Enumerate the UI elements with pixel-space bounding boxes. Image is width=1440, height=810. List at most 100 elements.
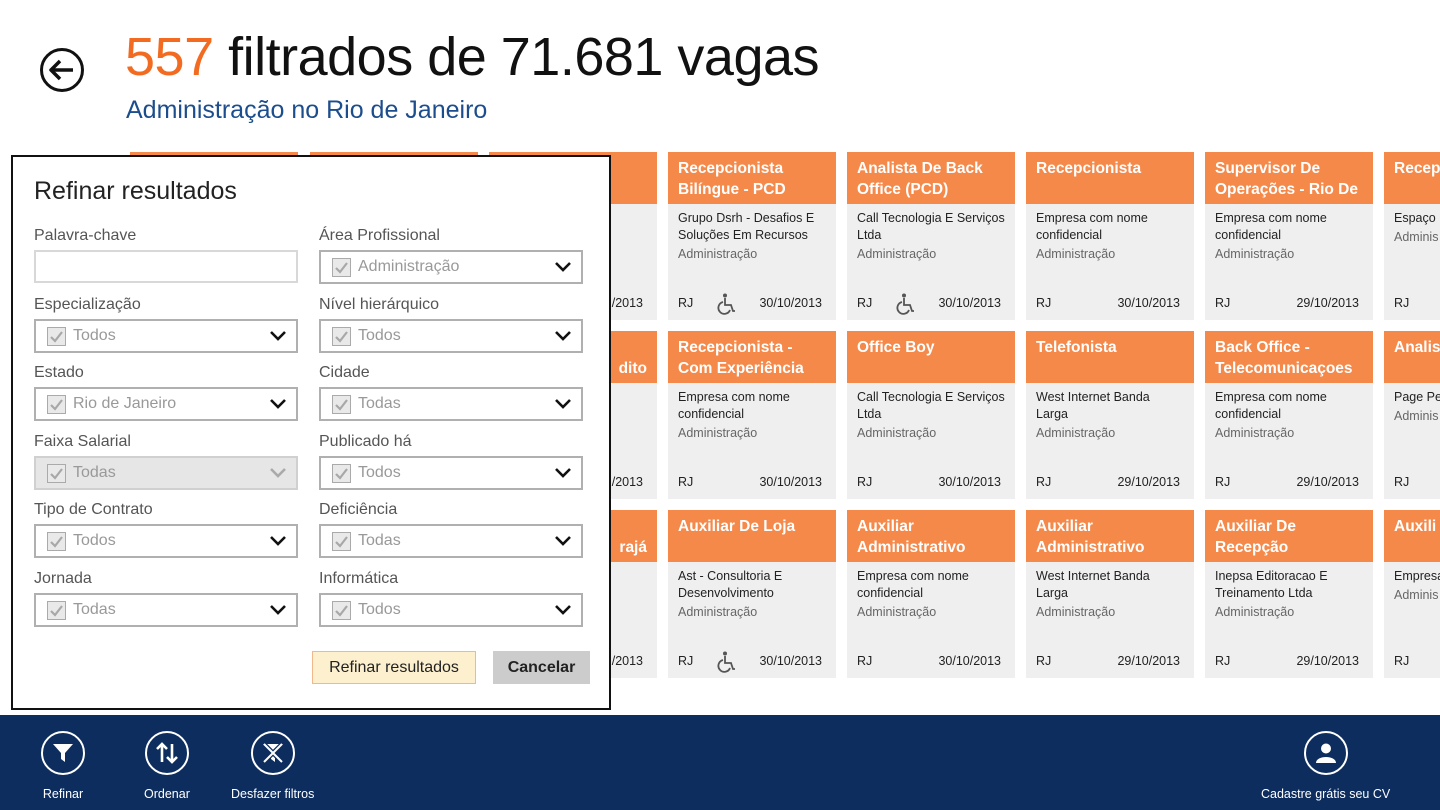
- job-card[interactable]: Auxili Admin Empresa confider Adminis RJ: [1384, 510, 1440, 678]
- wheelchair-icon: [717, 651, 735, 673]
- job-card[interactable]: Recepcionista - Com Experiência Empresa …: [668, 331, 836, 499]
- job-card[interactable]: Auxiliar De Loja Ast - Consultoria E Des…: [668, 510, 836, 678]
- job-title: Recepcionista: [1026, 152, 1194, 204]
- job-state: RJ: [857, 654, 873, 668]
- job-state: RJ: [1394, 654, 1410, 668]
- state-select[interactable]: Rio de Janeiro: [34, 387, 298, 421]
- area-select[interactable]: Administração: [319, 250, 583, 284]
- job-title: Recepcionista Bilíngue - PCD: [668, 152, 836, 204]
- job-date: 30/10/2013: [1117, 296, 1180, 310]
- job-company: Page Pe: [1394, 390, 1440, 404]
- disability-select[interactable]: Todas: [319, 524, 583, 558]
- checkbox-icon: [47, 395, 66, 414]
- job-date: 30/10/2013: [938, 475, 1001, 489]
- title-text: filtrados de 71.681 vagas: [213, 27, 820, 87]
- job-state: RJ: [1036, 296, 1052, 310]
- job-title: Recep Recrei: [1384, 152, 1440, 204]
- job-card[interactable]: Back Office - Telecomunicaçoes Empresa c…: [1205, 331, 1373, 499]
- chevron-down-icon: [555, 536, 571, 546]
- job-card[interactable]: Recepcionista Bilíngue - PCD Grupo Dsrh …: [668, 152, 836, 320]
- register-cv-button[interactable]: Cadastre grátis seu CV: [1261, 731, 1390, 801]
- salary-label: Faixa Salarial: [34, 433, 131, 450]
- refine-results-button[interactable]: Refinar resultados: [312, 651, 476, 684]
- job-card[interactable]: Analista De Back Office (PCD) Call Tecno…: [847, 152, 1015, 320]
- specialization-select[interactable]: Todos: [34, 319, 298, 353]
- job-state: RJ: [1394, 296, 1410, 310]
- chevron-down-icon: [270, 605, 286, 615]
- job-card[interactable]: Analis Proces Page Pe Adminis RJ: [1384, 331, 1440, 499]
- job-area: Adminis: [1394, 409, 1439, 423]
- contract-select[interactable]: Todos: [34, 524, 298, 558]
- job-card[interactable]: Recep Recrei Espaço I Adminis RJ: [1384, 152, 1440, 320]
- computing-select[interactable]: Todos: [319, 593, 583, 627]
- job-area: Administração: [1036, 605, 1116, 619]
- job-card[interactable]: Office Boy Call Tecnologia E Serviços Lt…: [847, 331, 1015, 499]
- job-title: Supervisor De Operações - Rio De: [1205, 152, 1373, 204]
- wheelchair-icon: [717, 293, 735, 315]
- filter-icon: [41, 731, 85, 775]
- job-state: RJ: [678, 296, 694, 310]
- computing-label: Informática: [319, 570, 399, 587]
- result-count: 557: [125, 27, 214, 87]
- sort-icon: [144, 731, 189, 775]
- job-title: Office Boy: [847, 331, 1015, 383]
- job-state: RJ: [1036, 654, 1052, 668]
- checkbox-icon: [47, 327, 66, 346]
- job-card[interactable]: Supervisor De Operações - Rio De Empresa…: [1205, 152, 1373, 320]
- job-company: Empresa com nome confidencial: [1036, 211, 1148, 242]
- job-area: Administração: [1215, 605, 1295, 619]
- job-card[interactable]: Auxiliar Administrativo Empresa com nome…: [847, 510, 1015, 678]
- job-area: Administração: [1036, 426, 1116, 440]
- select-value: Todos: [358, 601, 401, 618]
- workload-select[interactable]: Todas: [34, 593, 298, 627]
- keyword-label: Palavra-chave: [34, 227, 137, 244]
- city-select[interactable]: Todas: [319, 387, 583, 421]
- city-label: Cidade: [319, 364, 370, 381]
- chevron-down-icon: [555, 468, 571, 478]
- checkbox-icon: [332, 258, 351, 277]
- app-bar: Refinar Ordenar Desfazer filtros Cadastr…: [0, 715, 1440, 810]
- undo-filters-label: Desfazer filtros: [231, 787, 315, 801]
- contract-label: Tipo de Contrato: [34, 501, 153, 518]
- select-value: Rio de Janeiro: [73, 395, 177, 412]
- chevron-down-icon: [270, 399, 286, 409]
- level-label: Nível hierárquico: [319, 296, 440, 313]
- job-title: Telefonista: [1026, 331, 1194, 383]
- job-date: 30/10/2013: [759, 296, 822, 310]
- job-area: Administração: [678, 247, 758, 261]
- page-subtitle: Administração no Rio de Janeiro: [126, 96, 488, 124]
- job-title: Analista De Back Office (PCD): [847, 152, 1015, 204]
- undo-filters-button[interactable]: Desfazer filtros: [231, 731, 314, 801]
- job-state: RJ: [857, 475, 873, 489]
- job-date: 30/10/2013: [759, 654, 822, 668]
- job-card[interactable]: Auxiliar De Recepção Inepsa Editoracao E…: [1205, 510, 1373, 678]
- published-select[interactable]: Todos: [319, 456, 583, 490]
- job-card[interactable]: Telefonista West Internet Banda Larga Ad…: [1026, 331, 1194, 499]
- level-select[interactable]: Todos: [319, 319, 583, 353]
- app-root: 557 filtrados de 71.681 vagas Administra…: [0, 0, 1440, 810]
- sort-button[interactable]: Ordenar: [144, 731, 190, 801]
- register-cv-label: Cadastre grátis seu CV: [1261, 787, 1391, 801]
- job-title: Auxiliar Administrativo: [1026, 510, 1194, 562]
- workload-label: Jornada: [34, 570, 92, 587]
- refine-button[interactable]: Refinar: [41, 731, 85, 801]
- job-company: Espaço I: [1394, 211, 1440, 225]
- job-company: Inepsa Editoracao E Treinamento Ltda: [1215, 569, 1328, 600]
- job-area: Administração: [1215, 426, 1295, 440]
- job-title: Auxiliar De Recepção: [1205, 510, 1373, 562]
- job-company: Empresa com nome confidencial: [857, 569, 969, 600]
- job-state: RJ: [678, 654, 694, 668]
- job-state: RJ: [1215, 296, 1231, 310]
- job-card[interactable]: Auxiliar Administrativo West Internet Ba…: [1026, 510, 1194, 678]
- keyword-input[interactable]: [34, 250, 298, 283]
- job-date: 29/10/2013: [1296, 296, 1359, 310]
- job-date: 29/10/2013: [1296, 475, 1359, 489]
- cancel-button[interactable]: Cancelar: [493, 651, 590, 684]
- back-button[interactable]: [40, 48, 84, 92]
- job-title: Recepcionista - Com Experiência: [668, 331, 836, 383]
- checkbox-icon: [332, 395, 351, 414]
- select-value: Todos: [358, 327, 401, 344]
- job-title: Auxiliar Administrativo: [847, 510, 1015, 562]
- job-card[interactable]: Recepcionista Empresa com nome confidenc…: [1026, 152, 1194, 320]
- panel-title: Refinar resultados: [34, 177, 237, 205]
